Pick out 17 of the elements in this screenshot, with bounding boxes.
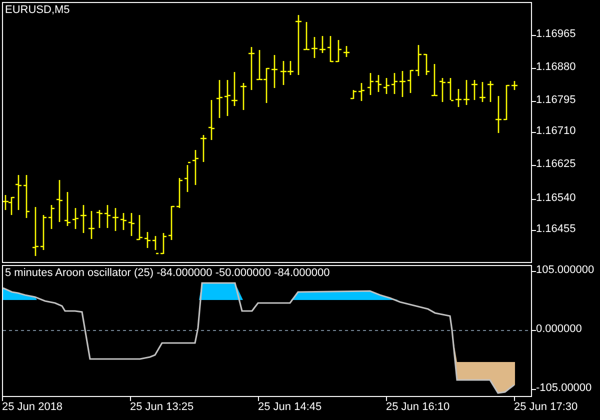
axis-label: 1.16880 xyxy=(536,61,576,74)
time-label: 25 Jun 16:10 xyxy=(386,401,450,414)
axis-label: 1.16540 xyxy=(536,192,576,205)
axis-label: -105.00000 xyxy=(536,382,592,395)
axis-label: 1.16965 xyxy=(536,28,576,41)
indicator-title: 5 minutes Aroon oscillator (25) -84.000000 -50.000000 -84.000000 xyxy=(5,267,330,280)
axis-label: 1.16795 xyxy=(536,94,576,107)
symbol-label: EURUSD,M5 xyxy=(5,4,70,17)
axis-label: 0.000000 xyxy=(536,323,582,336)
axis-label: 105.000000 xyxy=(536,264,594,277)
time-label: 25 Jun 14:45 xyxy=(258,401,322,414)
time-label: 25 Jun 17:30 xyxy=(514,401,578,414)
axis-label: 1.16455 xyxy=(536,223,576,236)
time-label: 25 Jun 2018 xyxy=(2,401,63,414)
axis-label: 1.16710 xyxy=(536,125,576,138)
time-label: 25 Jun 13:25 xyxy=(130,401,194,414)
axis-label: 1.16625 xyxy=(536,158,576,171)
